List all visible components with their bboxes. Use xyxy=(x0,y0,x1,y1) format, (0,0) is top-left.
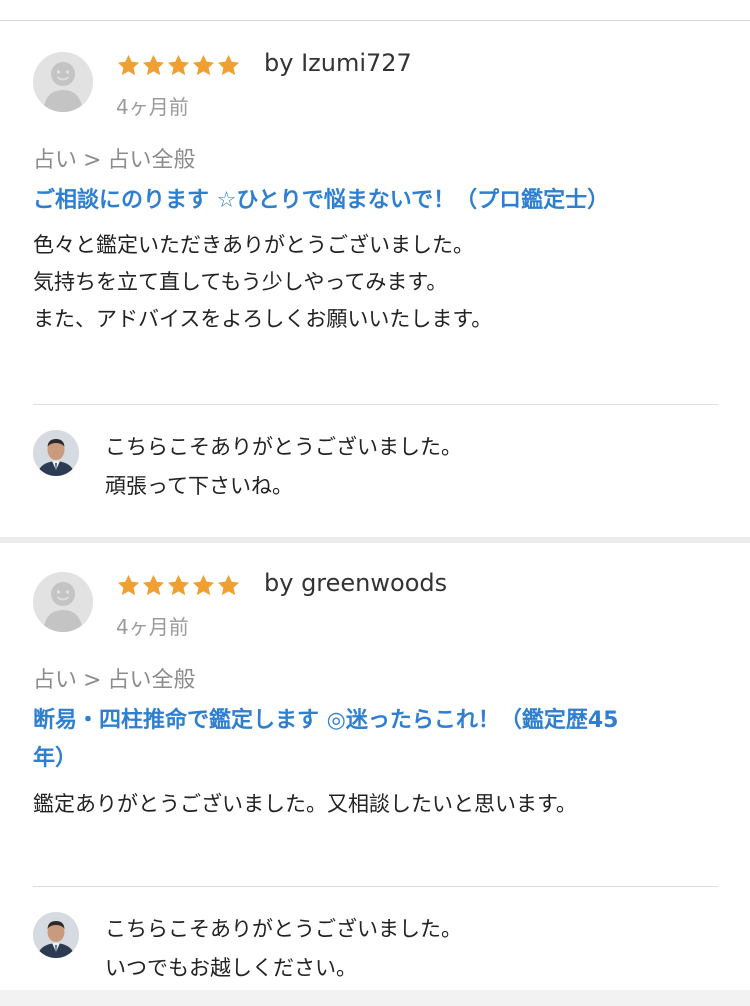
star-icon xyxy=(192,54,215,76)
breadcrumb-item[interactable]: 占い全般 xyxy=(107,668,195,693)
star-icon xyxy=(117,54,140,76)
review-card: by greenwoods 4ヶ月前 占い > 占い全般 断易・四柱推命で鑑定します… xyxy=(0,543,750,1006)
reply-line: 頑張って下さいね。 xyxy=(105,474,293,498)
seller-reply: こちらこそありがとうございました。 頑張って下さいね。 xyxy=(105,428,705,506)
service-title-link[interactable]: ご相談にのります ☆ひとりで悩まないで！（プロ鑑定士） xyxy=(33,182,693,220)
comment-line: 鑑定ありがとうございました。又相談したいと思います。 xyxy=(33,792,577,816)
breadcrumb-separator: > xyxy=(83,148,102,173)
breadcrumb: 占い > 占い全般 xyxy=(33,142,195,174)
default-user-icon[interactable] xyxy=(33,572,93,632)
star-rating xyxy=(116,53,241,78)
review-comment: 鑑定ありがとうございました。又相談したいと思います。 xyxy=(33,786,713,823)
breadcrumb-separator: > xyxy=(83,668,102,693)
breadcrumb-item[interactable]: 占い xyxy=(33,148,77,173)
service-title-link[interactable]: 断易・四柱推命で鑑定します ◎迷ったらこれ！（鑑定歴45 年） xyxy=(33,702,693,778)
reply-line: こちらこそありがとうございました。 xyxy=(105,917,462,941)
star-icon xyxy=(142,574,165,596)
review-comment: 色々と鑑定いただきありがとうございました。 気持ちを立て直してもう少しやってみま… xyxy=(33,227,713,338)
top-strip xyxy=(0,0,750,21)
bottom-bar xyxy=(0,990,750,1006)
divider xyxy=(33,886,718,887)
star-rating xyxy=(116,573,241,598)
comment-line: 色々と鑑定いただきありがとうございました。 xyxy=(33,233,474,257)
star-icon xyxy=(217,54,240,76)
star-icon xyxy=(117,574,140,596)
review-time: 4ヶ月前 xyxy=(116,615,189,639)
reply-line: いつでもお越しください。 xyxy=(105,956,357,980)
star-icon xyxy=(142,54,165,76)
review-card: by Izumi727 4ヶ月前 占い > 占い全般 ご相談にのります ☆ひとりで悩… xyxy=(0,21,750,537)
star-icon xyxy=(217,574,240,596)
reviewer-name[interactable]: by Izumi727 xyxy=(264,49,412,77)
review-time: 4ヶ月前 xyxy=(116,95,189,119)
star-icon xyxy=(167,54,190,76)
title-line[interactable]: 年） xyxy=(33,740,693,778)
divider xyxy=(33,404,718,405)
star-icon xyxy=(167,574,190,596)
seller-photo[interactable] xyxy=(33,912,79,958)
title-line[interactable]: 断易・四柱推命で鑑定します ◎迷ったらこれ！（鑑定歴45 xyxy=(33,702,693,740)
star-icon xyxy=(192,574,215,596)
comment-line: 気持ちを立て直してもう少しやってみます。 xyxy=(33,270,448,294)
breadcrumb-item[interactable]: 占い xyxy=(33,668,77,693)
default-user-icon[interactable] xyxy=(33,52,93,112)
seller-reply: こちらこそありがとうございました。 いつでもお越しください。 xyxy=(105,910,705,988)
reviewer-name[interactable]: by greenwoods xyxy=(264,569,447,597)
comment-line: また、アドバイスをよろしくお願いいたします。 xyxy=(33,307,493,331)
breadcrumb: 占い > 占い全般 xyxy=(33,662,195,694)
seller-photo[interactable] xyxy=(33,430,79,476)
breadcrumb-item[interactable]: 占い全般 xyxy=(107,148,195,173)
reply-line: こちらこそありがとうございました。 xyxy=(105,435,462,459)
